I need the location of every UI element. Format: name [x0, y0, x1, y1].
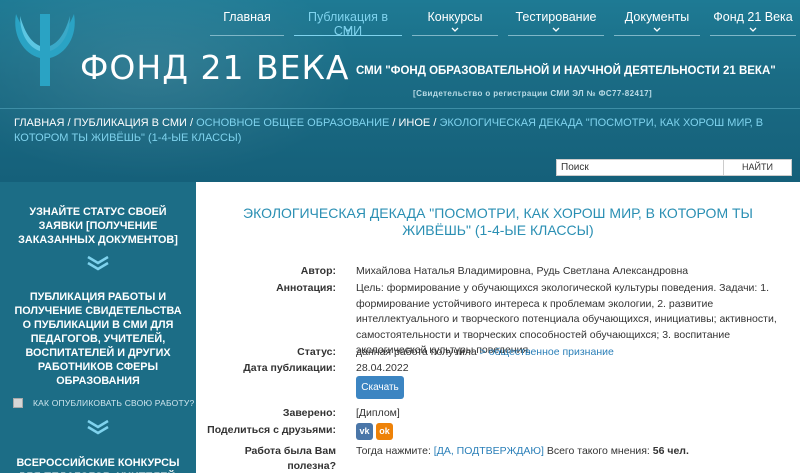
status-label: Статус: — [297, 346, 336, 358]
annotation-label: Аннотация: — [276, 282, 336, 294]
chevron-down-icon — [451, 27, 459, 32]
article-title: ЭКОЛОГИЧЕСКАЯ ДЕКАДА "ПОСМОТРИ, КАК ХОРО… — [243, 205, 753, 238]
nav-item-home[interactable]: Главная — [210, 6, 284, 36]
chevron-down-icon — [552, 27, 560, 32]
vk-icon[interactable]: vk — [356, 423, 373, 440]
date-label: Дата публикации: — [243, 362, 336, 374]
status-text: данная работа получила — [356, 346, 480, 358]
breadcrumb-publication[interactable]: ПУБЛИКАЦИЯ В СМИ — [74, 117, 187, 129]
sidebar-item-publication[interactable]: ПУБЛИКАЦИЯ РАБОТЫ И ПОЛУЧЕНИЕ СВИДЕТЕЛЬС… — [10, 290, 186, 388]
verified-value[interactable]: [Диплом] — [356, 406, 788, 422]
nav-label: Фонд 21 Века — [713, 10, 793, 24]
logo-text[interactable]: ФОНД 21 ВЕКА — [80, 48, 349, 87]
breadcrumb-sep: / — [186, 117, 197, 129]
breadcrumb-sep: / — [389, 117, 399, 129]
nav-item-fond[interactable]: Фонд 21 Века — [710, 6, 796, 36]
nav-underline — [412, 35, 498, 36]
author-value: Михайлова Наталья Владимировна, Рудь Све… — [356, 265, 689, 277]
nav-underline — [614, 35, 700, 36]
nav-label: Главная — [223, 10, 271, 24]
breadcrumb-sep: / — [64, 117, 74, 129]
breadcrumb-section[interactable]: ОСНОВНОЕ ОБЩЕЕ ОБРАЗОВАНИЕ — [196, 117, 389, 129]
sidebar: УЗНАЙТЕ СТАТУС СВОЕЙ ЗАЯВКИ [ПОЛУЧЕНИЕ З… — [0, 182, 196, 473]
nav-label: Тестирование — [515, 10, 597, 24]
nav-underline — [294, 35, 402, 36]
useful-count-text: Всего такого мнения: — [543, 445, 653, 457]
verified-label: Заверено: — [282, 407, 336, 419]
chevron-down-icon — [344, 27, 352, 32]
share-group: vk ok — [356, 423, 788, 440]
checkbox-icon — [13, 398, 23, 408]
sidebar-how-to-publish[interactable]: КАК ОПУБЛИКОВАТЬ СВОЮ РАБОТУ? — [13, 398, 194, 408]
chevron-down-icon — [653, 27, 661, 32]
nav-item-documents[interactable]: Документы — [614, 6, 700, 36]
confirm-useful-link[interactable]: [ДА, ПОДТВЕРЖДАЮ] — [434, 445, 544, 457]
double-chevron-down-icon — [87, 255, 109, 271]
nav-underline — [508, 35, 604, 36]
top-navigation: Главная Публикация в СМИ Конкурсы Тестир… — [210, 6, 796, 38]
useful-count: 56 чел. — [652, 445, 689, 457]
breadcrumb: ГЛАВНАЯ / ПУБЛИКАЦИЯ В СМИ / ОСНОВНОЕ ОБ… — [14, 116, 794, 146]
double-chevron-down-icon — [87, 419, 109, 435]
search-input[interactable] — [556, 159, 724, 176]
nav-label: Документы — [624, 10, 690, 24]
breadcrumb-other[interactable]: ИНОЕ — [399, 117, 431, 129]
useful-label: Работа была Вам полезна? — [244, 445, 336, 472]
download-button[interactable]: Скачать — [356, 376, 404, 399]
header-divider — [0, 108, 800, 109]
nav-underline — [710, 35, 796, 36]
smi-title: СМИ "ФОНД ОБРАЗОВАТЕЛЬНОЙ И НАУЧНОЙ ДЕЯТ… — [356, 65, 776, 77]
sidebar-item-status[interactable]: УЗНАЙТЕ СТАТУС СВОЕЙ ЗАЯВКИ [ПОЛУЧЕНИЕ З… — [10, 205, 186, 247]
download-cell: Скачать — [356, 376, 788, 399]
odnoklassniki-icon[interactable]: ok — [376, 423, 393, 440]
useful-value: Тогда нажмите: [ДА, ПОДТВЕРЖДАЮ] Всего т… — [356, 444, 788, 460]
fond21-logo-icon[interactable] — [10, 6, 82, 88]
smi-certificate: [Свидетельство о регистрации СМИ ЭЛ № ФС… — [413, 89, 653, 98]
share-label: Поделиться с друзьями: — [207, 424, 336, 436]
nav-item-testing[interactable]: Тестирование — [508, 6, 604, 36]
status-link[interactable]: > общественное признание — [480, 346, 614, 358]
useful-prefix: Тогда нажмите: — [356, 445, 434, 457]
how-to-publish-label: КАК ОПУБЛИКОВАТЬ СВОЮ РАБОТУ? — [33, 398, 195, 408]
date-value: 28.04.2022 — [356, 362, 409, 374]
search-button[interactable]: НАЙТИ — [724, 159, 792, 176]
breadcrumb-home[interactable]: ГЛАВНАЯ — [14, 117, 64, 129]
chevron-down-icon — [749, 27, 757, 32]
author-label: Автор: — [300, 265, 336, 277]
nav-label: Конкурсы — [427, 10, 483, 24]
site-header: ФОНД 21 ВЕКА Главная Публикация в СМИ Ко… — [0, 0, 800, 182]
nav-item-contests[interactable]: Конкурсы — [412, 6, 498, 36]
nav-underline — [210, 35, 284, 36]
search-form: НАЙТИ — [556, 159, 792, 176]
status-value: данная работа получила > общественное пр… — [356, 345, 788, 361]
sidebar-item-contests[interactable]: ВСЕРОССИЙСКИЕ КОНКУРСЫ ДЛЯ ПЕДАГОГОВ, УЧ… — [10, 456, 186, 473]
share-buttons: vk ok — [356, 423, 788, 440]
nav-item-publication[interactable]: Публикация в СМИ — [294, 6, 402, 38]
